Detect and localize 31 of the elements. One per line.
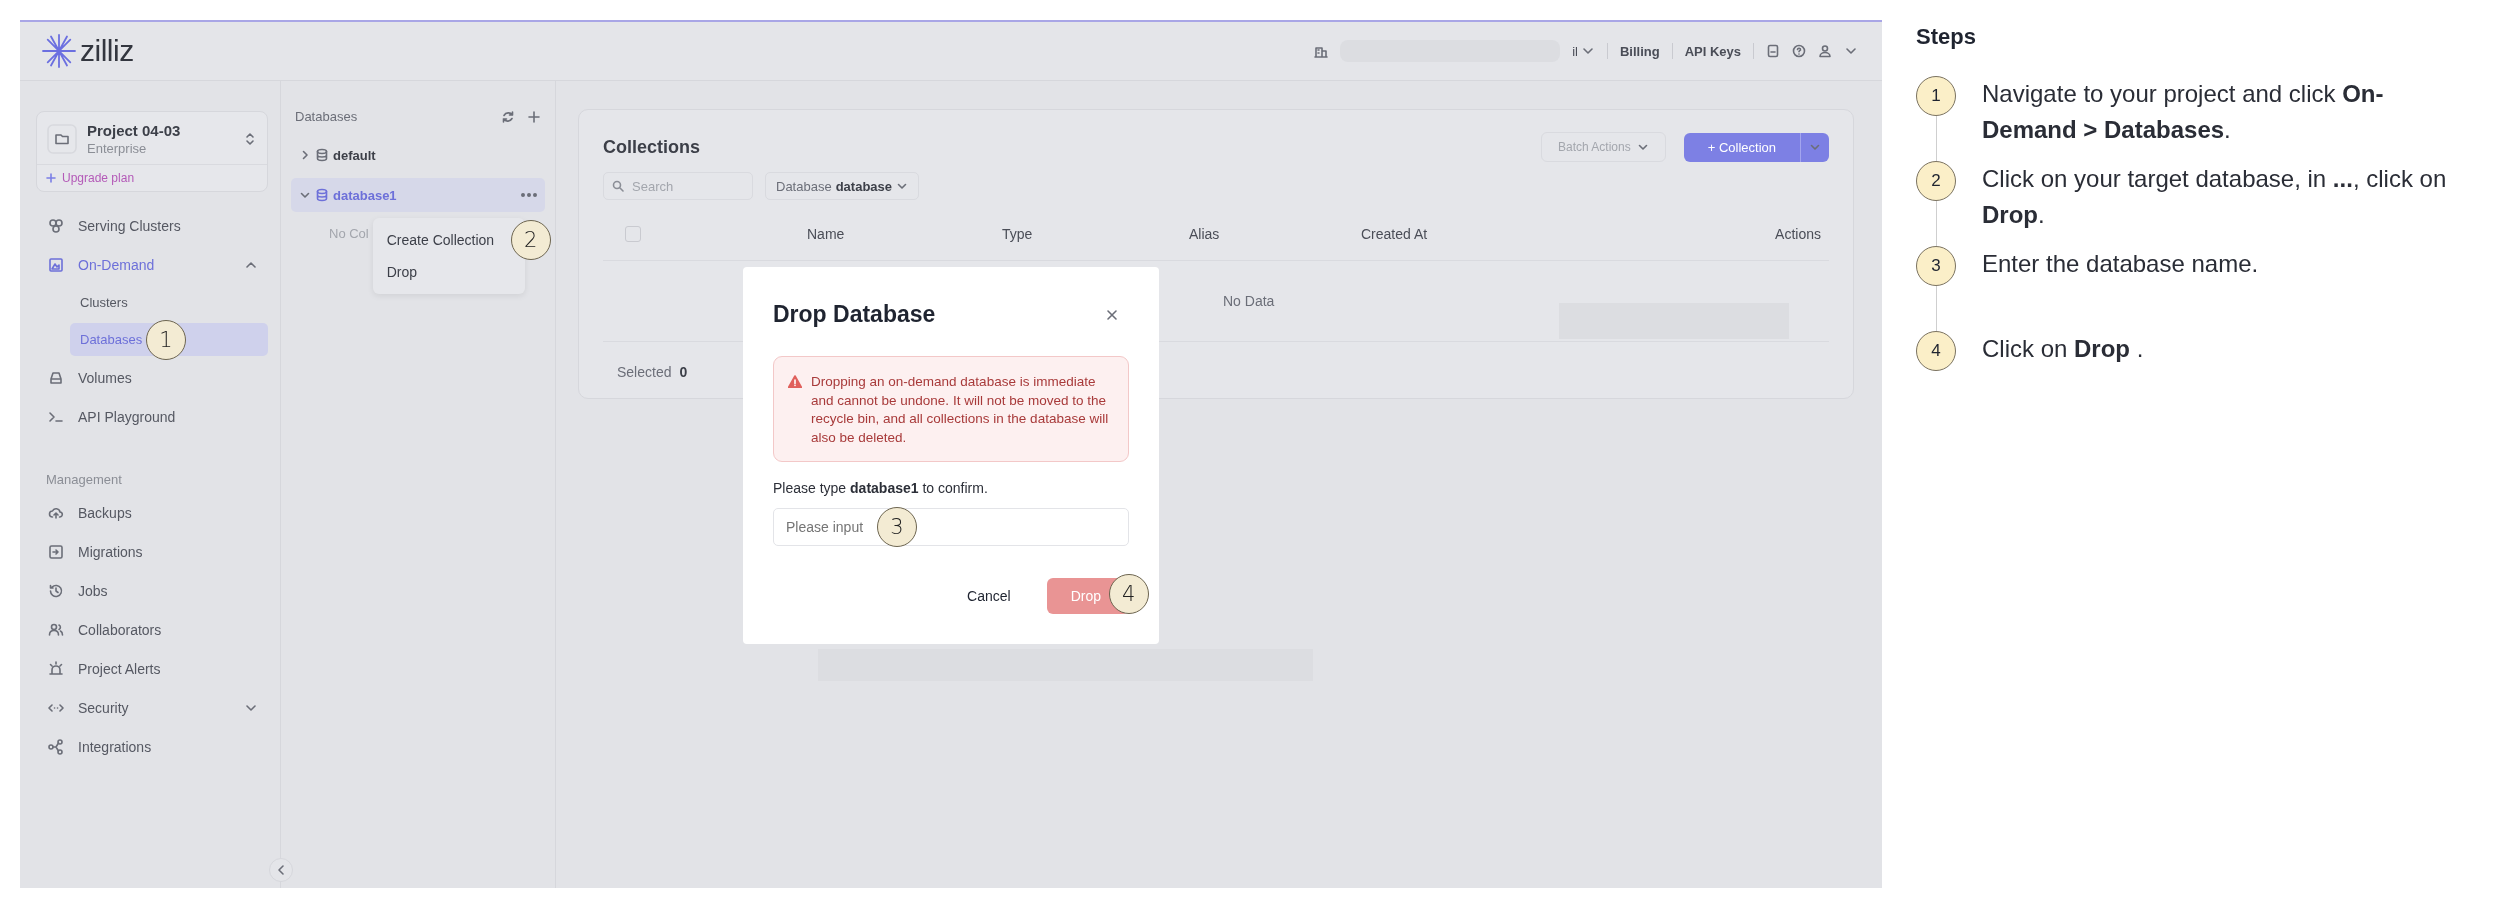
step-text: Enter the database name.	[1982, 249, 2260, 279]
dialog-title: Drop Database	[773, 301, 936, 328]
selected-count: 0	[679, 364, 688, 380]
step-number: 1	[1916, 76, 1956, 116]
column-header: Created At	[1361, 226, 1429, 242]
project-name: Project 04-03	[87, 122, 182, 139]
empty-state-text: No Data	[1223, 293, 1275, 309]
section-heading: Management	[46, 472, 123, 487]
column-header: Alias	[1189, 226, 1221, 242]
panel-title: Databases	[295, 109, 359, 124]
step-number: 2	[1916, 161, 1956, 201]
warning-text: Dropping an on-demand database is immediate and cannot be undone. It will not be moved to the recycle bin, and all collections in the database will also be deleted.	[811, 373, 1110, 447]
step-text: Click on Drop .	[1982, 334, 2145, 364]
callout-tooltip: 1	[146, 319, 186, 360]
steps-heading: Steps	[1916, 24, 1977, 50]
step-number: 3	[1916, 246, 1956, 286]
column-header: Type	[1002, 226, 1034, 242]
step-text: Navigate to your project and click On-Demand > Databases.	[1982, 79, 2385, 145]
step-text: Click on your target database, in ..., click on Drop.	[1982, 164, 2448, 230]
callout-tooltip: 4	[1108, 574, 1149, 614]
confirm-instruction: Please type database1 to confirm.	[773, 480, 989, 496]
project-plan: Enterprise	[87, 141, 148, 156]
selected-label: Selected	[617, 364, 672, 380]
column-header: Name	[807, 226, 846, 242]
card-title: Collections	[603, 136, 701, 158]
step-number: 4	[1916, 331, 1956, 371]
callout-tooltip: 2	[510, 220, 551, 260]
logo-text: zilliz	[80, 34, 134, 68]
column-header: Actions	[1775, 226, 1821, 242]
upgrade-label: Upgrade plan	[62, 171, 135, 185]
tree-placeholder-text: No Col	[329, 226, 369, 241]
